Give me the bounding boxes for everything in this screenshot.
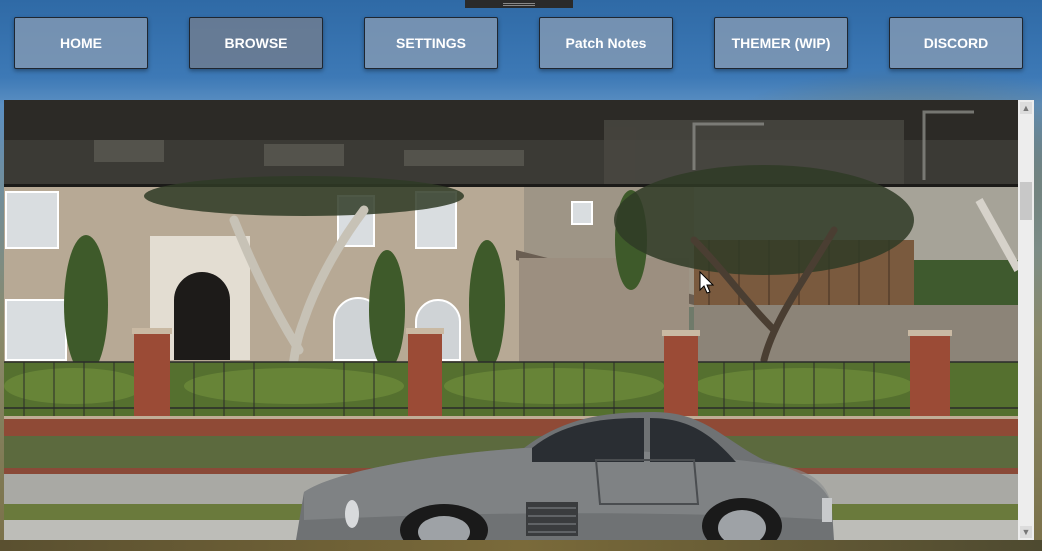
nav-patch-notes-button[interactable]: Patch Notes: [539, 17, 673, 69]
background-ground: [0, 540, 1042, 551]
car-scene-image: [4, 100, 1018, 540]
scroll-down-arrow-icon[interactable]: ▼: [1020, 526, 1032, 538]
vertical-scrollbar[interactable]: ▲ ▼: [1018, 100, 1034, 540]
nav-discord-button[interactable]: DISCORD: [889, 17, 1023, 69]
nav-settings-button[interactable]: SETTINGS: [364, 17, 498, 69]
scroll-up-arrow-icon[interactable]: ▲: [1020, 102, 1032, 114]
preview-image[interactable]: [4, 100, 1018, 540]
nav-browse-button[interactable]: BROWSE: [189, 17, 323, 69]
top-navigation: HOME BROWSE SETTINGS Patch Notes THEMER …: [0, 0, 1042, 100]
nav-home-button[interactable]: HOME: [14, 17, 148, 69]
nav-themer-button[interactable]: THEMER (WIP): [714, 17, 848, 69]
app-window: HOME BROWSE SETTINGS Patch Notes THEMER …: [0, 0, 1042, 551]
scroll-thumb[interactable]: [1020, 182, 1032, 220]
